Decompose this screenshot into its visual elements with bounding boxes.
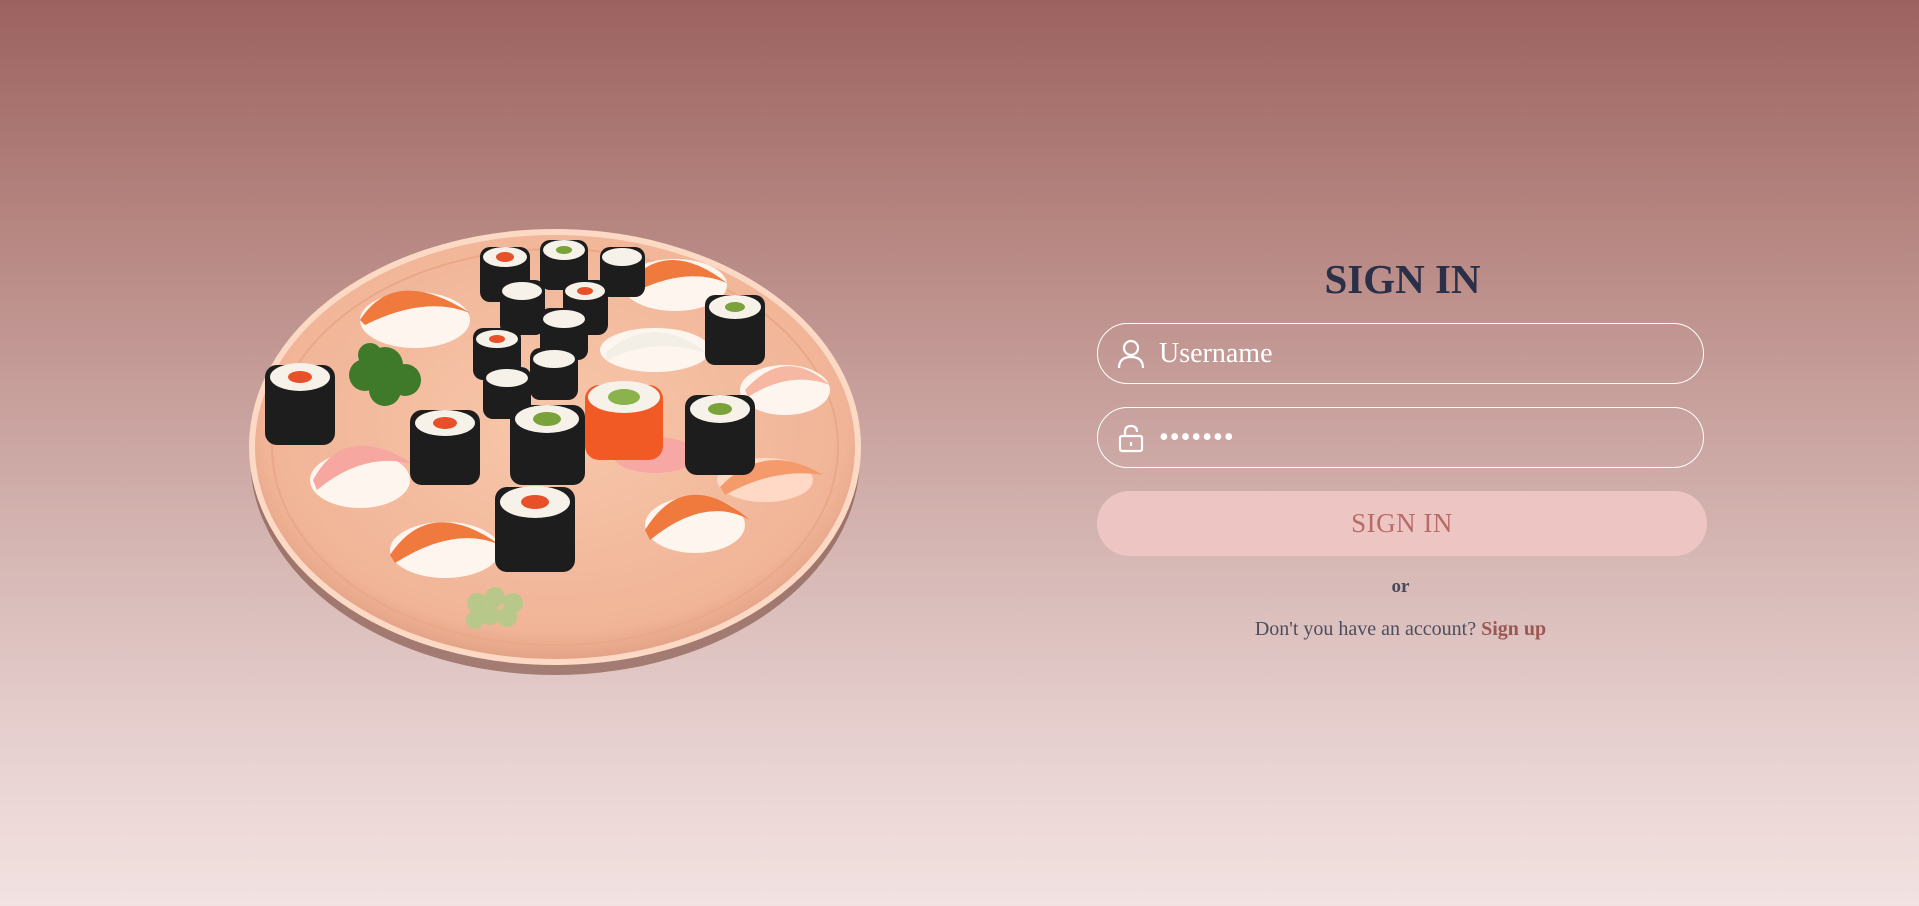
page-title: SIGN IN [1324,256,1481,302]
signup-link[interactable]: Sign up [1481,618,1546,640]
signup-prompt-text: Don't you have an account? [1254,618,1477,640]
sushi-platter-image [245,225,865,675]
username-input[interactable] [1159,333,1703,374]
username-field[interactable] [1097,323,1704,384]
sign-in-button[interactable]: SIGN IN [1097,491,1707,556]
user-icon [1115,338,1147,370]
password-field[interactable] [1097,407,1704,468]
or-divider: or [1391,576,1410,597]
lock-icon [1115,422,1147,454]
password-input[interactable] [1159,417,1703,458]
sign-in-form: SIGN IN SIGN IN or Don't you have an acc… [1097,250,1708,640]
signup-prompt: Don't you have an account? Sign up [1097,618,1704,641]
